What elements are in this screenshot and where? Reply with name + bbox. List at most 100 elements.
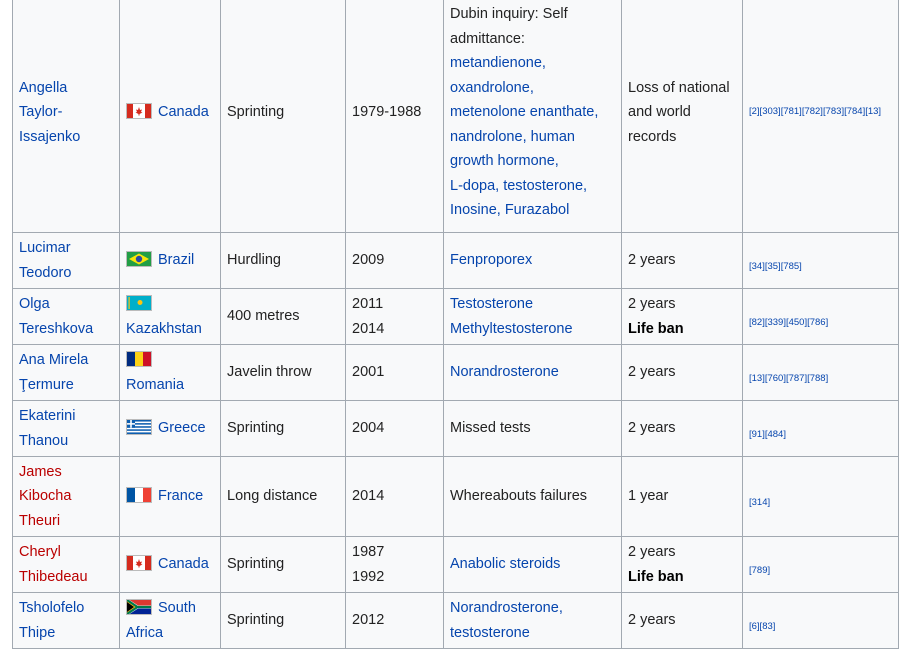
years-cell: 2004 xyxy=(345,400,444,457)
references-cell: [2][303][781][782][783][784][13] xyxy=(742,0,899,233)
penalty-cell: 2 years xyxy=(621,400,743,457)
penalty-cell: 2 years Life ban xyxy=(621,288,743,345)
year-value: 2011 xyxy=(352,296,384,312)
country-cell: Romania xyxy=(119,344,221,401)
substance-link[interactable]: Inosine, xyxy=(450,202,501,218)
penalty-cell: 1 year xyxy=(621,456,743,537)
country-cell: Brazil xyxy=(119,232,221,289)
years-cell: 1979-1988 xyxy=(345,0,444,233)
country-link[interactable]: Brazil xyxy=(158,252,194,268)
reference-links[interactable]: [13][760][787][788] xyxy=(749,373,828,384)
reference-links[interactable]: [2][303][781][782][783][784][13] xyxy=(749,106,881,117)
event-cell: Long distance xyxy=(220,456,346,537)
references-cell: [6][83] xyxy=(742,592,899,649)
substance-link[interactable]: oxandrolone, xyxy=(450,80,534,96)
event-cell: Sprinting xyxy=(220,592,346,649)
years-cell: 2012 xyxy=(345,592,444,649)
event-cell: Sprinting xyxy=(220,536,346,593)
substance-cell: Fenproporex xyxy=(443,232,622,289)
penalty-cell: 2 years xyxy=(621,232,743,289)
years-cell: 2009 xyxy=(345,232,444,289)
substance-link[interactable]: metenolone enanthate, xyxy=(450,104,598,120)
substance-link[interactable]: Norandrosterone, xyxy=(450,600,563,616)
references-cell: [314] xyxy=(742,456,899,537)
substance-link[interactable]: L-dopa, xyxy=(450,178,499,194)
penalty-value: 2 years xyxy=(628,296,676,312)
doping-cases-table: Angella Taylor-Issajenko Canada Sprintin… xyxy=(12,0,899,649)
substance-link[interactable]: testosterone xyxy=(450,625,530,641)
substance-cell: Dubin inquiry: Self admittance: metandie… xyxy=(443,0,622,233)
athlete-cell: Cheryl Thibedeau xyxy=(12,536,120,593)
substance-cell: Whereabouts failures xyxy=(443,456,622,537)
country-link[interactable]: Romania xyxy=(126,377,184,393)
table-row: Tsholofelo Thipe South Africa Sprinting … xyxy=(12,592,899,649)
country-cell: France xyxy=(119,456,221,537)
country-link[interactable]: Greece xyxy=(158,420,206,436)
athlete-link[interactable]: James Kibocha Theuri xyxy=(19,464,71,529)
canada-flag-icon xyxy=(126,103,152,120)
table-row: Angella Taylor-Issajenko Canada Sprintin… xyxy=(12,0,899,233)
athlete-link[interactable]: Tsholofelo Thipe xyxy=(19,600,84,641)
country-link[interactable]: Kazakhstan xyxy=(126,321,202,337)
penalty-cell: 2 years xyxy=(621,592,743,649)
penalty-value: Life ban xyxy=(628,320,684,337)
athlete-cell: James Kibocha Theuri xyxy=(12,456,120,537)
athlete-link[interactable]: Lucimar Teodoro xyxy=(19,240,71,281)
athlete-cell: Ekaterini Thanou xyxy=(12,400,120,457)
substance-link[interactable]: metandienone, xyxy=(450,55,546,71)
athlete-link[interactable]: Olga Tereshkova xyxy=(19,296,93,337)
substance-cell: Testosterone Methyltestosterone xyxy=(443,288,622,345)
reference-links[interactable]: [6][83] xyxy=(749,621,775,632)
substance-link[interactable]: Anabolic steroids xyxy=(450,556,560,572)
substance-link[interactable]: nandrolone, xyxy=(450,129,527,145)
country-cell: Canada xyxy=(119,0,221,233)
year-value: 1992 xyxy=(352,568,385,585)
substance-link[interactable]: testosterone, xyxy=(503,178,587,194)
years-cell: 2014 xyxy=(345,456,444,537)
penalty-value: Life ban xyxy=(628,568,684,585)
substance-cell: Norandrosterone, testosterone xyxy=(443,592,622,649)
years-cell: 2011 2014 xyxy=(345,288,444,345)
penalty-value: 2 years xyxy=(628,544,676,560)
year-value: 1987 xyxy=(352,544,385,560)
athlete-cell: Tsholofelo Thipe xyxy=(12,592,120,649)
substance-link[interactable]: Testosterone xyxy=(450,296,533,312)
substance-link[interactable]: Fenproporex xyxy=(450,252,532,268)
references-cell: [34][35][785] xyxy=(742,232,899,289)
country-link[interactable]: France xyxy=(158,488,203,504)
table-row: Cheryl Thibedeau Canada Sprinting 1987 19… xyxy=(12,536,899,593)
reference-links[interactable]: [91][484] xyxy=(749,429,786,440)
romania-flag-icon xyxy=(126,351,152,367)
substance-text: Dubin inquiry: Self admittance: xyxy=(450,6,568,47)
table-row: Lucimar Teodoro Brazil Hurdling 2009 Fen… xyxy=(12,232,899,289)
reference-links[interactable]: [82][339][450][786] xyxy=(749,317,828,328)
athlete-cell: Olga Tereshkova xyxy=(12,288,120,345)
kazakhstan-flag-icon xyxy=(126,295,152,311)
penalty-cell: Loss of national and world records xyxy=(621,0,743,233)
athlete-link[interactable]: Ana Mirela Ţermure xyxy=(19,352,88,393)
reference-links[interactable]: [34][35][785] xyxy=(749,261,802,272)
canada-flag-icon xyxy=(126,555,152,572)
event-cell: Javelin throw xyxy=(220,344,346,401)
table-row: Olga Tereshkova Kazakhstan 400 metres 20… xyxy=(12,288,899,345)
years-cell: 1987 1992 xyxy=(345,536,444,593)
references-cell: [789] xyxy=(742,536,899,593)
country-link[interactable]: Canada xyxy=(158,104,209,120)
brazil-flag-icon xyxy=(126,251,152,268)
substance-link[interactable]: Methyltestosterone xyxy=(450,321,573,337)
table-row: Ekaterini Thanou Greece Sprinting 2004 M… xyxy=(12,400,899,457)
reference-links[interactable]: [314] xyxy=(749,497,770,508)
substance-link[interactable]: Furazabol xyxy=(505,202,569,218)
athlete-link[interactable]: Ekaterini Thanou xyxy=(19,408,75,449)
country-link[interactable]: Canada xyxy=(158,556,209,572)
references-cell: [91][484] xyxy=(742,400,899,457)
athlete-link[interactable]: Angella Taylor-Issajenko xyxy=(19,80,80,145)
athlete-cell: Ana Mirela Ţermure xyxy=(12,344,120,401)
substance-link[interactable]: Norandrosterone xyxy=(450,364,559,380)
penalty-cell: 2 years xyxy=(621,344,743,401)
reference-links[interactable]: [789] xyxy=(749,565,770,576)
penalty-cell: 2 years Life ban xyxy=(621,536,743,593)
event-cell: 400 metres xyxy=(220,288,346,345)
athlete-link[interactable]: Cheryl Thibedeau xyxy=(19,544,88,585)
year-value: 2014 xyxy=(352,320,385,337)
